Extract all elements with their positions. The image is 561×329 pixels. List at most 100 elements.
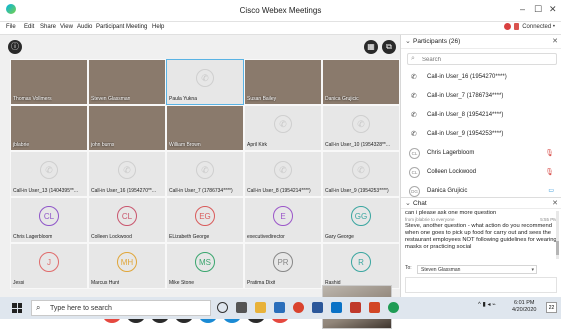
chat-scrollbar[interactable] [556,211,559,259]
recipient-select[interactable]: Steven Glassman ▾ [417,265,537,274]
menu-help[interactable]: Help [152,24,164,30]
layout-options-icon[interactable]: ⧉ [382,40,396,54]
chevron-down-icon[interactable]: ⌄ [405,199,411,207]
menu-file[interactable]: File [6,24,16,30]
recording-icon [504,23,512,30]
participant-name: Jessi [13,280,25,286]
muted-mic-icon[interactable]: 🎙 [545,149,554,157]
phone-icon: ✆ [274,114,292,133]
menu-meeting[interactable]: Meeting [126,24,147,30]
phone-icon: ✆ [40,160,58,179]
clock[interactable]: 6:01 PM 4/20/2020 [512,300,536,314]
participant-tile[interactable]: john burns [88,105,166,151]
participant-name: Call-in User_9 (1954253****) [325,188,389,194]
participant-name: john burns [91,142,115,148]
participant-item[interactable]: CL Colleen Lockwood 🎙 [401,163,561,182]
participant-tile[interactable]: Thomas Vollmers [10,59,88,105]
avatar: MS [195,252,215,273]
avatar: J [39,252,59,273]
acrobat-icon[interactable] [350,302,361,313]
taskbar: ⌕ Type here to search ^ ▮ ◂ ⌁ 6:01 PM 4/… [0,297,561,319]
system-tray[interactable]: ^ ▮ ◂ ⌁ [478,301,496,308]
chat-messages: can i please ask one more question from … [405,210,557,262]
scroll-thumb[interactable] [556,241,559,255]
chevron-down-icon: ▾ [531,267,534,273]
participant-tile[interactable]: J Jessi [10,243,88,289]
participant-tile[interactable]: MH Marcus Hunt [88,243,166,289]
avatar: CL [39,206,59,227]
participant-tile[interactable]: ✆ Call-in User_8 (1954214****) [244,151,322,197]
search-icon: ⌕ [36,303,41,312]
notification-icon[interactable]: 22 [546,302,557,313]
participant-tile[interactable]: William Brown [166,105,244,151]
store-icon[interactable] [274,302,285,313]
close-icon[interactable]: ✕ [552,199,558,207]
participant-item[interactable]: CL Chris Lagerbloom 🎙 [401,144,561,163]
webex-taskbar-icon[interactable] [388,302,399,313]
powerpoint-icon[interactable] [369,302,380,313]
cortana-icon[interactable] [217,302,228,313]
participant-tile[interactable]: ✆ Call-in User_13 (1404395**... [10,151,88,197]
participant-item[interactable]: ✆ Call-in User_16 (1954270****) [401,68,561,87]
participant-tile[interactable]: CL Colleen Lockwood [88,197,166,243]
chat-message: Steve, another question - what action do… [405,223,557,250]
participant-tile[interactable]: Eexecutivedirector [244,197,322,243]
chat-input[interactable] [405,277,557,293]
avatar: DG [409,186,420,197]
close-icon[interactable]: ✕ [552,37,558,45]
grid-layout-icon[interactable]: ▦ [364,40,378,54]
participant-name: Thomas Vollmers [13,96,52,102]
outlook-icon[interactable] [331,302,342,313]
minimize-button[interactable]: – [520,4,525,14]
participant-tile[interactable]: ✆ Call-in User_10 (1954328**... [322,105,400,151]
phone-icon: ✆ [411,93,417,100]
participant-tile[interactable]: Danica Grujicic [322,59,400,105]
participants-header[interactable]: ⌄ Participants (26) ✕ [401,35,561,49]
participant-tile[interactable]: ✆ Call-in User_9 (1954253****) [322,151,400,197]
file-explorer-icon[interactable] [255,302,266,313]
menu-audio[interactable]: Audio [77,24,92,30]
chrome-icon[interactable] [293,302,304,313]
menu-share[interactable]: Share [40,24,56,30]
participant-tile[interactable]: Susan Bailey [244,59,322,105]
chat-recipient: To: Steven Glassman ▾ [405,265,557,275]
participant-item[interactable]: ✆ Call-in User_9 (1954253****) [401,125,561,144]
menu-view[interactable]: View [60,24,73,30]
phone-icon: ✆ [196,68,214,87]
search-icon: ⌕ [411,55,415,62]
participant-tile[interactable]: jblabrie [10,105,88,151]
participant-item[interactable]: ✆ Call-in User_7 (1786734****) [401,87,561,106]
chat-header[interactable]: ⌄ Chat ✕ [401,197,561,209]
participant-name: jblabrie [13,142,30,148]
windows-start-icon[interactable] [12,303,22,313]
participants-title: Participants (26) [413,38,461,45]
phone-icon: ✆ [196,160,214,179]
participant-tile[interactable]: GG Gary George [322,197,400,243]
maximize-button[interactable]: ☐ [534,4,542,15]
participant-search-input[interactable] [422,55,552,64]
participant-item[interactable]: ✆ Call-in User_8 (1954214****) [401,106,561,125]
menu-edit[interactable]: Edit [24,24,34,30]
avatar: E [273,206,293,227]
participant-tile[interactable]: ✆ Call-in User_7 (1786734****) [166,151,244,197]
info-icon[interactable]: ⓘ [8,40,22,54]
menu-participant[interactable]: Participant [96,24,124,30]
participant-tile[interactable]: R Rashid [322,243,400,289]
participant-tile[interactable]: Steven Glassman [88,59,166,105]
chevron-down-icon[interactable]: ⌄ [405,37,411,45]
participant-tile[interactable]: MS Mike Stone [166,243,244,289]
participant-tile[interactable]: PR Pratima Dixit [244,243,322,289]
participant-tile[interactable]: ✆ April Kirk [244,105,322,151]
taskbar-search-placeholder: Type here to search [50,305,112,312]
taskbar-search[interactable]: ⌕ Type here to search [31,300,211,316]
participant-tile[interactable]: ✆ Call-in User_16 (1954270**... [88,151,166,197]
participant-name: Call-in User_13 (1404395**... [13,188,79,194]
participant-search[interactable]: ⌕ [407,53,557,65]
participant-tile[interactable]: CL Chris Lagerbloom [10,197,88,243]
word-icon[interactable] [312,302,323,313]
close-window-button[interactable]: ✕ [549,4,557,15]
participant-tile[interactable]: ✆ Paula Yukna [166,59,244,105]
muted-mic-icon[interactable]: 🎙 [545,168,554,176]
participant-tile[interactable]: EG ELizabeth George [166,197,244,243]
task-view-icon[interactable] [236,302,247,313]
